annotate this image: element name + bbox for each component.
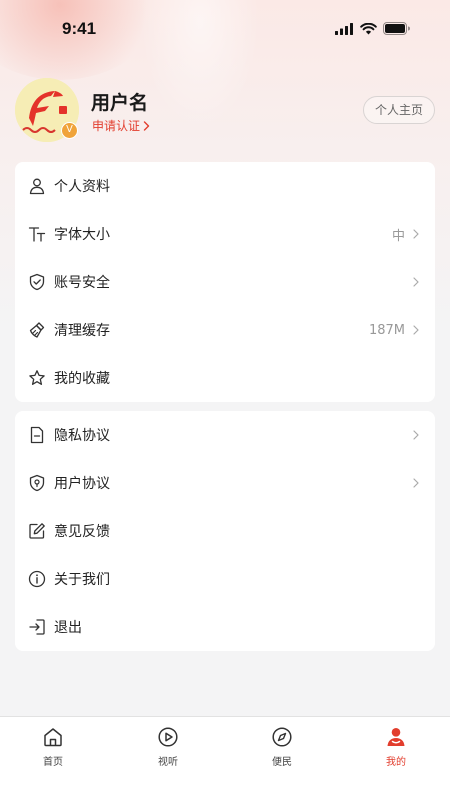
tab-label: 首页 [43,757,63,768]
apply-verify-link[interactable]: 申请认证 [92,117,150,134]
menu-item-label: 我的收藏 [54,371,110,387]
logout-icon [27,617,47,637]
bottom-tab-bar: 首页 视听 便民 我的 [0,716,450,800]
menu-item-label: 清理缓存 [54,323,110,339]
menu-item-right: 中 [392,210,419,258]
menu-item-label: 意见反馈 [54,524,110,540]
apply-verify-label: 申请认证 [92,119,141,133]
menu-item-right [413,258,419,306]
font-size-icon [27,224,47,244]
shield-check-icon [27,272,47,292]
play-icon [138,725,198,749]
chevron-right-icon [413,229,419,239]
personal-homepage-button[interactable]: 个人主页 [362,96,435,124]
menu-item-font-size[interactable]: 字体大小 中 [15,210,435,258]
user-icon [27,176,47,196]
tab-label: 视听 [158,757,178,768]
broom-icon [27,320,47,340]
wifi-icon [360,22,377,34]
menu-item-account-security[interactable]: 账号安全 [15,258,435,306]
chevron-right-icon [413,478,419,488]
document-icon [27,425,47,445]
menu-item-label: 用户协议 [54,476,110,492]
verify-badge: V [61,122,78,139]
chevron-right-icon [413,277,419,287]
menu-item-label: 关于我们 [54,572,110,588]
tab-mine[interactable]: 我的 [366,725,426,769]
status-icons [335,22,410,35]
tab-label: 我的 [386,757,406,768]
status-time: 9:41 [62,19,97,38]
home-icon [23,725,83,749]
menu-item-label: 退出 [54,620,82,636]
chevron-right-icon [143,120,150,131]
menu-item-user-agreement[interactable]: 用户协议 [15,459,435,507]
menu-item-favorites[interactable]: 我的收藏 [15,354,435,402]
info-icon [27,569,47,589]
tab-audiovisual[interactable]: 视听 [138,725,198,769]
tab-label: 便民 [272,757,292,768]
star-icon [27,368,47,388]
menu-item-feedback[interactable]: 意见反馈 [15,507,435,555]
font-size-value: 中 [391,228,405,244]
menu-item-privacy-policy[interactable]: 隐私协议 [15,411,435,459]
chevron-right-icon [413,430,419,440]
menu-item-logout[interactable]: 退出 [15,603,435,651]
chevron-right-icon [413,325,419,335]
menu-item-right: 187M [369,306,419,354]
username: 用户名 [91,92,149,114]
menu-item-right [413,459,419,507]
menu-item-label: 字体大小 [54,227,110,243]
menu-item-label: 隐私协议 [54,428,110,444]
edit-icon [27,521,47,541]
menu-item-clear-cache[interactable]: 清理缓存 187M [15,306,435,354]
settings-card-2: 隐私协议 用户协议 意见反馈 关于我们 退出 [15,411,435,651]
battery-icon [383,22,410,35]
tab-services[interactable]: 便民 [252,725,312,769]
menu-item-profile[interactable]: 个人资料 [15,162,435,210]
cellular-signal-icon [335,22,353,35]
shield-location-icon [27,473,47,493]
profile-header: V 用户名 申请认证 个人主页 [15,76,435,146]
compass-icon [252,725,312,749]
menu-item-right [413,411,419,459]
settings-card-1: 个人资料 字体大小 中 账号安全 清理缓存 187M 我的收藏 [15,162,435,402]
profile-icon [366,725,426,749]
menu-item-about-us[interactable]: 关于我们 [15,555,435,603]
status-bar: 9:41 [0,0,450,58]
cache-size-value: 187M [368,322,405,338]
menu-item-label: 个人资料 [54,179,110,195]
tab-home[interactable]: 首页 [23,725,83,769]
menu-item-label: 账号安全 [54,275,110,291]
